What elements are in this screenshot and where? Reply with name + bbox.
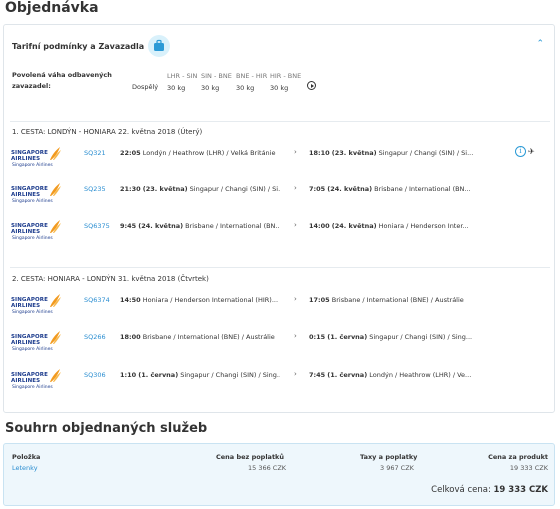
col-header-taxes: Taxy a poplatky <box>360 453 418 461</box>
passenger-type: Dospělý <box>132 83 159 91</box>
chevron-right-icon: › <box>294 148 297 156</box>
flight-number[interactable]: SQ321 <box>84 149 106 157</box>
summary-item-link[interactable]: Letenky <box>12 464 38 472</box>
bird-icon <box>50 331 61 344</box>
order-summary: Položka Cena bez poplatků Taxy a poplatk… <box>3 443 555 506</box>
flight-number[interactable]: SQ235 <box>84 185 106 193</box>
chevron-right-icon: › <box>294 221 297 229</box>
summary-price: 15 366 CZK <box>248 464 287 472</box>
flight-number[interactable]: SQ306 <box>84 371 106 379</box>
flight-row[interactable]: SINGAPORE AIRLINES Singapore Airlines SQ… <box>4 146 556 176</box>
bird-icon <box>50 220 61 233</box>
info-icon[interactable]: i <box>515 146 526 157</box>
airline-logo: SINGAPORE AIRLINES Singapore Airlines <box>11 368 63 392</box>
flight-number[interactable]: SQ266 <box>84 333 106 341</box>
airline-logo: SINGAPORE AIRLINES Singapore Airlines <box>11 182 63 206</box>
chevron-up-icon[interactable]: ⌃ <box>536 39 544 49</box>
airline-logo: SINGAPORE AIRLINES Singapore Airlines <box>11 293 63 317</box>
col-header-product: Cena za produkt <box>488 453 548 461</box>
col-header-item: Položka <box>12 453 41 461</box>
arrival: 14:00 (24. května) Honiara / Henderson I… <box>309 222 469 230</box>
bird-icon <box>50 183 61 196</box>
baggage-leg: BNE - HIR 30 kg <box>236 72 268 92</box>
arrival: 7:05 (24. května) Brisbane / Internation… <box>309 185 471 193</box>
baggage-leg: SIN - BNE 30 kg <box>201 72 232 92</box>
baggage-leg: LHR - SIN 30 kg <box>167 72 198 92</box>
departure: 22:05 Londýn / Heathrow (LHR) / Velká Br… <box>120 149 276 157</box>
arrival: 17:05 Brisbane / International (BNE) / A… <box>309 296 464 304</box>
arrival: 0:15 (1. června) Singapur / Changi (SIN)… <box>309 333 473 341</box>
flight-row[interactable]: SINGAPORE AIRLINES Singapore Airlines SQ… <box>4 293 556 323</box>
airline-logo: SINGAPORE AIRLINES Singapore Airlines <box>11 330 63 354</box>
bird-icon <box>50 369 61 382</box>
departure: 18:00 Brisbane / International (BNE) / A… <box>120 333 275 341</box>
meal-icon: ✈ <box>528 147 535 156</box>
chevron-right-icon: › <box>294 370 297 378</box>
airline-logo: SINGAPORE AIRLINES Singapore Airlines <box>11 219 63 243</box>
airline-logo: SINGAPORE AIRLINES Singapore Airlines <box>11 146 63 170</box>
departure: 1:10 (1. června) Singapur / Changi (SIN)… <box>120 371 280 379</box>
total-price: Celková cena: 19 333 CZK <box>431 485 548 495</box>
flight-row[interactable]: SINGAPORE AIRLINES Singapore Airlines SQ… <box>4 368 556 398</box>
bird-icon <box>50 294 61 307</box>
baggage-leg: HIR - BNE 30 kg <box>270 72 302 92</box>
summary-title: Souhrn objednaných služeb <box>5 421 208 436</box>
luggage-icon <box>148 35 170 57</box>
chevron-right-icon: › <box>294 184 297 192</box>
baggage-label: Povolená váha odbavených zavazadel: <box>12 71 112 90</box>
bird-icon <box>50 147 61 160</box>
flight-row[interactable]: SINGAPORE AIRLINES Singapore Airlines SQ… <box>4 182 556 212</box>
trip2-title: 2. CESTA: HONIARA - LONDÝN 31. května 20… <box>12 275 209 283</box>
divider <box>10 267 550 268</box>
flight-number[interactable]: SQ6374 <box>84 296 110 304</box>
divider <box>10 121 550 122</box>
col-header-price: Cena bez poplatků <box>216 453 285 461</box>
trip1-title: 1. CESTA: LONDÝN - HONIARA 22. května 20… <box>12 128 203 136</box>
page-title: Objednávka <box>5 0 99 16</box>
flight-row[interactable]: SINGAPORE AIRLINES Singapore Airlines SQ… <box>4 219 556 249</box>
flight-row[interactable]: SINGAPORE AIRLINES Singapore Airlines SQ… <box>4 330 556 360</box>
flight-number[interactable]: SQ6375 <box>84 222 110 230</box>
departure: 14:50 Honiara / Henderson International … <box>120 296 279 304</box>
chevron-right-icon: › <box>294 332 297 340</box>
order-panel: Tarifní podmínky a Zavazadla ⌃ Povolená … <box>3 24 555 413</box>
summary-product: 19 333 CZK <box>509 464 548 472</box>
chevron-right-icon: › <box>294 295 297 303</box>
arrival: 18:10 (23. května) Singapur / Changi (SI… <box>309 149 474 157</box>
departure: 21:30 (23. května) Singapur / Changi (SI… <box>120 185 280 193</box>
next-arrow-icon[interactable] <box>307 81 316 90</box>
summary-taxes: 3 967 CZK <box>380 464 414 472</box>
tariff-title[interactable]: Tarifní podmínky a Zavazadla <box>12 42 144 51</box>
departure: 9:45 (24. května) Brisbane / Internation… <box>120 222 280 230</box>
arrival: 7:45 (1. června) Londýn / Heathrow (LHR)… <box>309 371 472 379</box>
